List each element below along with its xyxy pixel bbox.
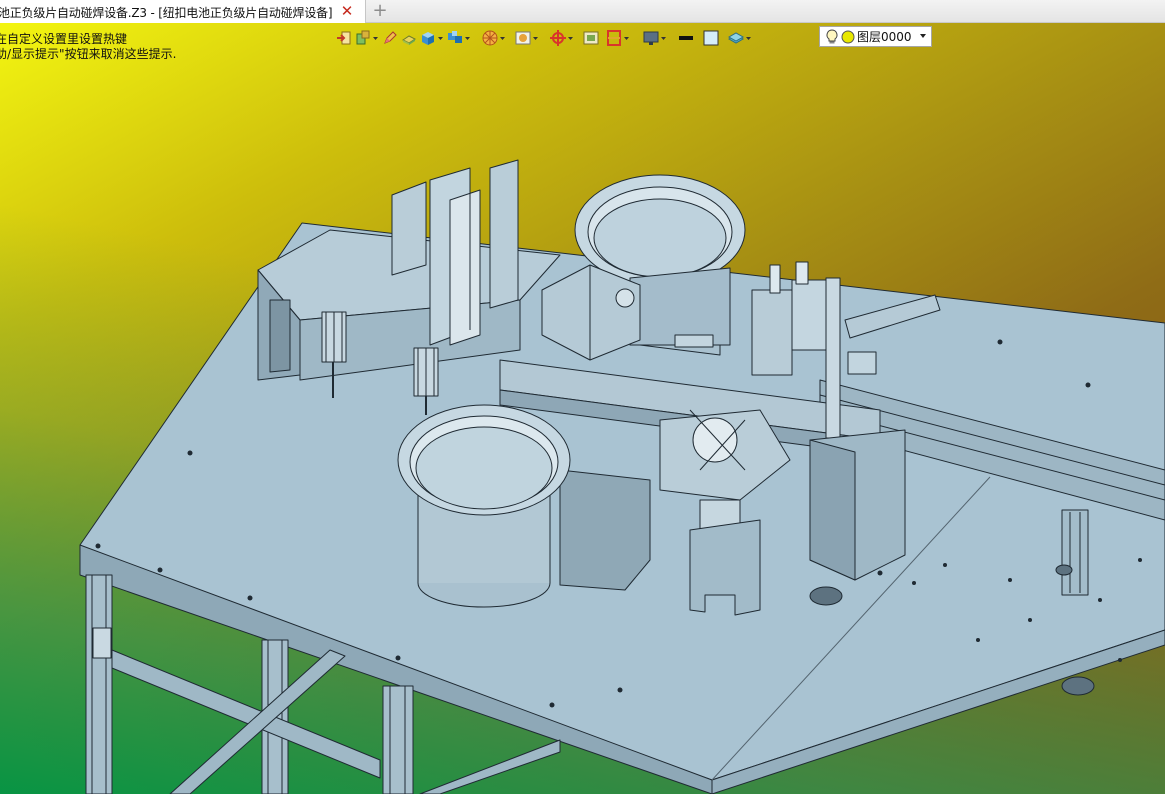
shape-button[interactable]	[401, 27, 417, 49]
color-swatch-icon	[703, 30, 719, 46]
display-monitor-icon	[643, 31, 659, 45]
multi-cube-icon	[448, 31, 462, 43]
import-icon	[337, 31, 351, 45]
import-button[interactable]	[336, 27, 352, 49]
chevron-down-icon[interactable]	[623, 27, 630, 49]
chevron-down-icon[interactable]	[464, 27, 471, 49]
line-style-button[interactable]	[678, 27, 694, 49]
view-fit-icon	[515, 31, 531, 45]
chevron-down-icon[interactable]	[567, 27, 574, 49]
document-tab[interactable]: 池正负级片自动碰焊设备.Z3 - [纽扣电池正负级片自动碰焊设备] ✕	[0, 0, 366, 23]
hint-text-line-2: 助/显示提示"按钮来取消这些提示.	[0, 47, 177, 61]
chevron-down-icon[interactable]	[660, 27, 667, 49]
add-tab-icon[interactable]: +	[370, 1, 390, 21]
lightbulb-icon	[826, 28, 838, 43]
layer-select-value: 图层0000	[857, 30, 912, 44]
chevron-down-icon[interactable]	[919, 32, 927, 40]
sketch-button[interactable]	[382, 27, 398, 49]
image-frame-icon	[583, 31, 599, 45]
chevron-down-icon[interactable]	[499, 27, 506, 49]
document-tab-title: 池正负级片自动碰焊设备.Z3 - [纽扣电池正负级片自动碰焊设备]	[0, 6, 333, 20]
close-tab-icon[interactable]: ✕	[339, 2, 355, 20]
chevron-down-icon[interactable]	[532, 27, 539, 49]
render-mode-icon	[482, 30, 498, 46]
view-toolbar	[336, 26, 755, 50]
display-button[interactable]	[643, 27, 667, 49]
image-frame-button[interactable]	[583, 27, 599, 49]
section-icon	[607, 30, 621, 46]
layer-manager-button[interactable]	[728, 27, 752, 49]
section-button[interactable]	[606, 27, 630, 49]
line-style-icon	[679, 36, 693, 40]
layer-color-dot-icon	[841, 30, 855, 43]
color-button[interactable]	[703, 27, 719, 49]
pencil-icon	[384, 31, 397, 44]
cad-assembly-model[interactable]	[0, 23, 1165, 794]
insert-component-icon	[356, 30, 370, 45]
insert-component-button[interactable]	[355, 27, 379, 49]
cube-icon	[422, 32, 434, 45]
datum-axis-button[interactable]	[550, 27, 574, 49]
shape-yellow-icon	[402, 35, 416, 45]
chevron-down-icon[interactable]	[437, 27, 444, 49]
layer-select[interactable]: 图层0000	[819, 26, 932, 47]
model-viewport[interactable]: 在自定义设置里设置热键 助/显示提示"按钮来取消这些提示. 图层0000	[0, 23, 1165, 794]
chevron-down-icon[interactable]	[745, 27, 752, 49]
layer-stack-icon	[728, 32, 744, 44]
multi-solid-button[interactable]	[447, 27, 471, 49]
chevron-down-icon[interactable]	[372, 27, 379, 49]
render-mode-button[interactable]	[482, 27, 506, 49]
view-fit-button[interactable]	[515, 27, 539, 49]
datum-axis-icon	[550, 30, 566, 46]
solid-button[interactable]	[420, 27, 444, 49]
document-tab-bar: 池正负级片自动碰焊设备.Z3 - [纽扣电池正负级片自动碰焊设备] ✕ +	[0, 0, 1165, 23]
